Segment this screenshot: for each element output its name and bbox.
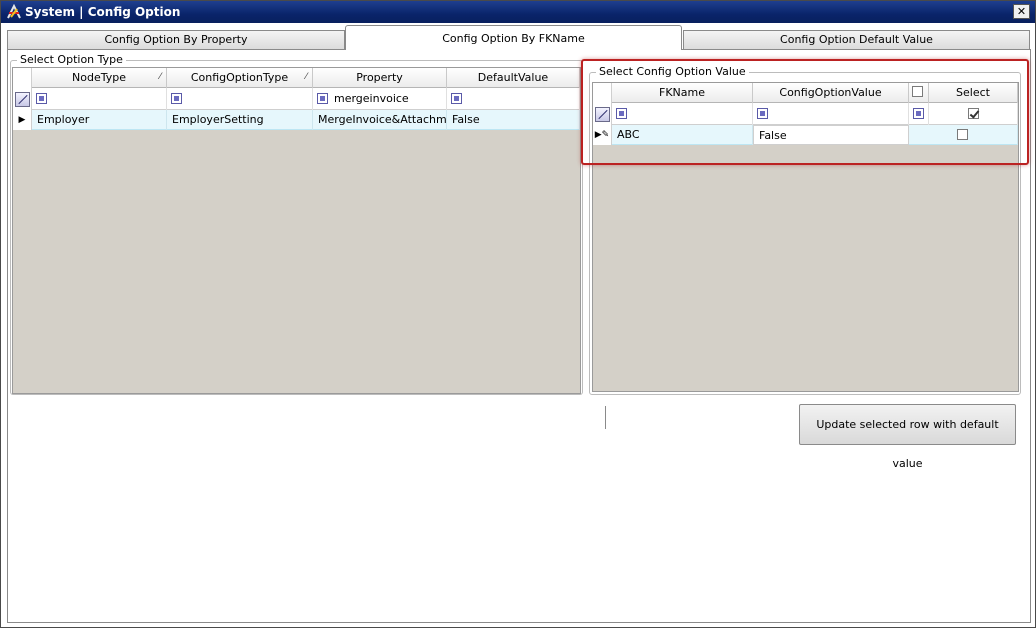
filter-operator-icon[interactable] [36,93,47,104]
filter-operator-icon[interactable] [913,108,924,119]
app-logo-icon [7,4,21,19]
table-row[interactable]: Employer EmployerSetting MergeInvoice&At… [32,110,580,130]
filter-configoptiontype[interactable] [167,88,313,110]
cell-configoptiontype[interactable]: EmployerSetting [167,110,313,130]
column-header-fkname[interactable]: FKName [612,83,753,103]
option-type-group-title: Select Option Type [17,53,126,66]
close-button[interactable]: ✕ [1013,4,1030,19]
config-option-value-group-title: Select Config Option Value [596,65,749,78]
row-indicator-icon[interactable]: ▶ [13,110,32,130]
sort-icon: ⁄ [159,72,161,82]
filter-nodetype[interactable] [32,88,167,110]
cell-configoptionvalue-editor[interactable]: False [753,125,909,145]
filter-fkname[interactable] [612,103,753,125]
filter-configoptionvalue[interactable] [753,103,909,125]
cell-fkname[interactable]: ABC [612,125,753,145]
filter-clear-icon[interactable] [15,92,30,107]
filter-property[interactable]: mergeinvoice [313,88,447,110]
cell-nodetype[interactable]: Employer [32,110,167,130]
window-title: System | Config Option [25,5,181,19]
filter-operator-icon[interactable] [171,93,182,104]
filter-row: mergeinvoice [32,88,580,110]
cell-property[interactable]: MergeInvoice&Attachm [313,110,447,130]
table-row[interactable]: ABC False [612,125,1018,145]
filter-select-checkbox[interactable] [968,108,979,119]
tab-config-option-by-fkname[interactable]: Config Option By FKName [345,25,682,50]
splitter-handle[interactable] [605,406,606,429]
row-edit-indicator-icon[interactable]: ▶✎ [593,125,612,145]
close-icon: ✕ [1016,5,1027,18]
row-select-checkbox[interactable] [957,129,968,140]
title-bar[interactable]: System | Config Option ✕ [1,1,1035,23]
tab-content: Select Option Type NodeType ⁄ ConfigOpti… [7,49,1031,623]
filter-operator-icon[interactable] [616,108,627,119]
tab-config-option-default-value[interactable]: Config Option Default Value [683,30,1030,49]
filter-operator-icon[interactable] [317,93,328,104]
row-selector-header [13,68,32,110]
column-header-defaultvalue[interactable]: DefaultValue [447,68,580,88]
filter-row [612,103,1018,125]
select-all-checkbox[interactable] [912,86,923,97]
filter-clear-icon[interactable] [595,107,610,122]
config-option-window: System | Config Option ✕ Config Option B… [0,0,1036,628]
filter-select[interactable] [929,103,1018,125]
filter-operator-icon[interactable] [451,93,462,104]
column-header-configoptionvalue[interactable]: ConfigOptionValue [753,83,909,103]
column-header-configoptiontype[interactable]: ConfigOptionType ⁄ [167,68,313,88]
config-option-value-grid: FKName ConfigOptionValue Select ▶✎ ABC F… [592,82,1019,392]
column-header-property[interactable]: Property [313,68,447,88]
sort-icon: ⁄ [305,72,307,82]
grid-header: FKName ConfigOptionValue Select [593,83,1018,103]
tab-strip: Config Option By Property Config Option … [7,25,1031,50]
option-type-grid: NodeType ⁄ ConfigOptionType ⁄ Property D… [12,67,581,394]
grid-header: NodeType ⁄ ConfigOptionType ⁄ Property D… [13,68,580,88]
filter-defaultvalue[interactable] [447,88,580,110]
row-selector-header [593,83,612,125]
cell-defaultvalue[interactable]: False [447,110,580,130]
column-header-nodetype[interactable]: NodeType ⁄ [32,68,167,88]
cell-select[interactable] [909,125,1018,145]
tab-config-option-by-property[interactable]: Config Option By Property [7,30,345,49]
filter-operator-icon[interactable] [757,108,768,119]
column-header-select-all[interactable] [909,83,929,103]
update-selected-row-button[interactable]: Update selected row with default value [799,404,1016,470]
filter-select-operator[interactable] [909,103,929,125]
column-header-select[interactable]: Select [929,83,1018,103]
